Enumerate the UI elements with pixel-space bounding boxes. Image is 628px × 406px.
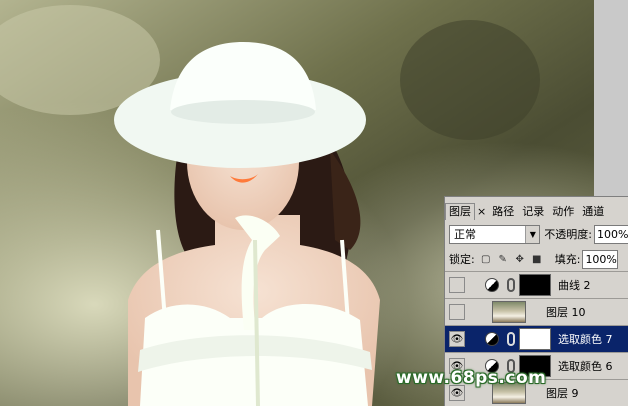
layer-name: 选取颜色 6 [558, 360, 613, 373]
tab-paths[interactable]: 路径 [488, 203, 518, 220]
layer-name: 选取颜色 7 [558, 333, 613, 346]
lock-pixels-icon[interactable]: ✎ [497, 253, 509, 265]
layer-mask-thumbnail[interactable] [519, 328, 551, 350]
fill-input[interactable]: 100% [582, 249, 619, 269]
layer-row-layer-10[interactable]: 图层 10 [445, 298, 628, 325]
adjustment-layer-icon [485, 332, 499, 346]
lock-all-icon[interactable]: ■ [531, 253, 543, 265]
layer-mask-thumbnail[interactable] [519, 274, 551, 296]
layer-thumbnail [492, 301, 526, 323]
opacity-input[interactable]: 100% [593, 224, 628, 244]
dropdown-arrow-icon[interactable]: ▼ [525, 225, 540, 243]
canvas-window-edge [594, 0, 628, 196]
layer-name: 曲线 2 [558, 279, 591, 292]
visibility-toggle[interactable] [449, 277, 465, 293]
layer-name: 图层 10 [546, 306, 586, 319]
watermark-text: www.68ps.com [396, 368, 547, 388]
lock-row: 锁定: ▢ ✎ ✥ ■ 填充: 100% [449, 249, 628, 269]
tab-actions[interactable]: 动作 [548, 203, 578, 220]
layer-row-curves-2[interactable]: 曲线 2 [445, 271, 628, 298]
lock-label: 锁定: [449, 253, 475, 266]
layer-row-selective-color-7[interactable]: 👁 选取颜色 7 [445, 325, 628, 352]
blend-mode-value: 正常 [454, 228, 476, 241]
tab-history[interactable]: 记录 [518, 203, 548, 220]
blend-mode-select[interactable]: 正常 ▼ [449, 224, 541, 244]
fill-label: 填充: [554, 253, 581, 266]
visibility-toggle[interactable] [449, 304, 465, 320]
adjustment-layer-icon [485, 278, 499, 292]
blend-row: 正常 ▼ 不透明度: 100% [449, 224, 628, 244]
tab-close-button[interactable]: × [475, 203, 488, 220]
chain-link-icon[interactable] [507, 278, 515, 292]
panel-tab-row: 图层 × 路径 记录 动作 通道 [445, 202, 628, 220]
tab-layers[interactable]: 图层 [445, 203, 475, 220]
lock-transparency-icon[interactable]: ▢ [480, 253, 492, 265]
lock-position-icon[interactable]: ✥ [514, 253, 526, 265]
tab-channels[interactable]: 通道 [578, 203, 608, 220]
chain-link-icon[interactable] [507, 332, 515, 346]
opacity-label: 不透明度: [544, 228, 592, 241]
eye-icon[interactable]: 👁 [449, 331, 465, 347]
layer-name: 图层 9 [546, 387, 579, 400]
